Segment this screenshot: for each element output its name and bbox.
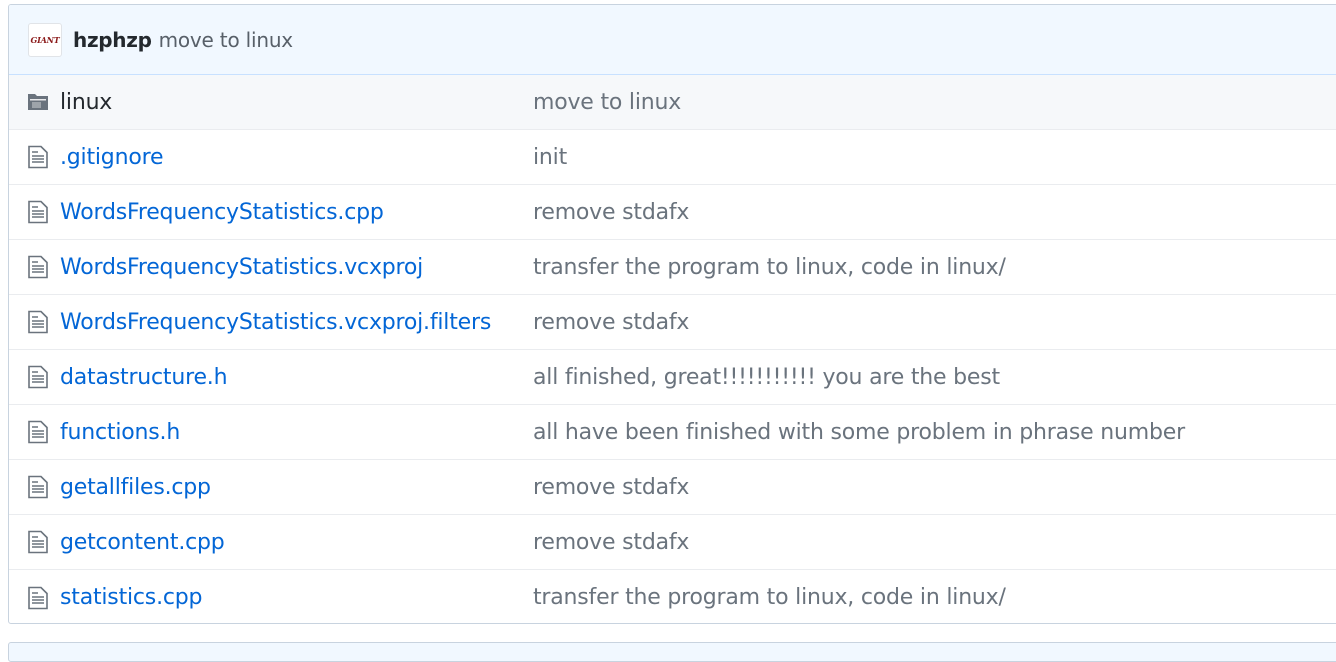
avatar[interactable]: GIANT [28,22,62,57]
latest-commit-bar: GIANT hzphzp move to linux [9,5,1336,75]
file-commit-message[interactable]: init [533,145,567,170]
file-commit-message[interactable]: remove stdafx [533,310,689,335]
folder-icon [28,94,48,110]
file-commit-message[interactable]: transfer the program to linux, code in l… [533,585,1006,610]
file-row[interactable]: linux move to linux [9,75,1336,130]
file-name-link[interactable]: linux [60,90,112,115]
file-row[interactable]: WordsFrequencyStatistics.vcxproj transfe… [9,240,1336,295]
commit-author-link[interactable]: hzphzp [73,28,152,52]
file-icon [28,145,48,169]
file-commit-message[interactable]: remove stdafx [533,200,689,225]
file-row[interactable]: functions.h all have been finished with … [9,405,1336,460]
file-commit-message[interactable]: remove stdafx [533,530,689,555]
file-icon [28,365,48,389]
file-icon [28,200,48,224]
file-name-link[interactable]: WordsFrequencyStatistics.vcxproj [60,255,423,280]
file-row[interactable]: WordsFrequencyStatistics.cpp remove stda… [9,185,1336,240]
file-name-link[interactable]: datastructure.h [60,365,228,390]
readme-box-edge [8,642,1336,662]
file-icon [28,255,48,279]
file-name-link[interactable]: .gitignore [60,145,163,170]
file-name-link[interactable]: statistics.cpp [60,585,202,610]
avatar-logo-text: GIANT [30,34,60,45]
file-name-link[interactable]: functions.h [60,420,180,445]
file-icon [28,475,48,499]
file-name-link[interactable]: WordsFrequencyStatistics.cpp [60,200,384,225]
file-icon [28,310,48,334]
file-row[interactable]: .gitignore init [9,130,1336,185]
file-listing: GIANT hzphzp move to linux linux move to… [8,4,1336,624]
file-commit-message[interactable]: all finished, great!!!!!!!!!!! you are t… [533,365,1000,390]
file-row[interactable]: datastructure.h all finished, great!!!!!… [9,350,1336,405]
file-icon [28,420,48,444]
file-row[interactable]: getcontent.cpp remove stdafx [9,515,1336,570]
commit-message-link[interactable]: move to linux [159,28,294,52]
file-name-link[interactable]: getcontent.cpp [60,530,225,555]
file-icon [28,586,48,609]
file-name-link[interactable]: WordsFrequencyStatistics.vcxproj.filters [60,310,491,335]
file-row[interactable]: WordsFrequencyStatistics.vcxproj.filters… [9,295,1336,350]
file-commit-message[interactable]: all have been finished with some problem… [533,420,1185,445]
file-row[interactable]: statistics.cpp transfer the program to l… [9,570,1336,623]
file-commit-message[interactable]: transfer the program to linux, code in l… [533,255,1006,280]
file-name-link[interactable]: getallfiles.cpp [60,475,211,500]
file-commit-message[interactable]: remove stdafx [533,475,689,500]
file-icon [28,530,48,554]
file-row[interactable]: getallfiles.cpp remove stdafx [9,460,1336,515]
file-commit-message[interactable]: move to linux [533,90,681,115]
